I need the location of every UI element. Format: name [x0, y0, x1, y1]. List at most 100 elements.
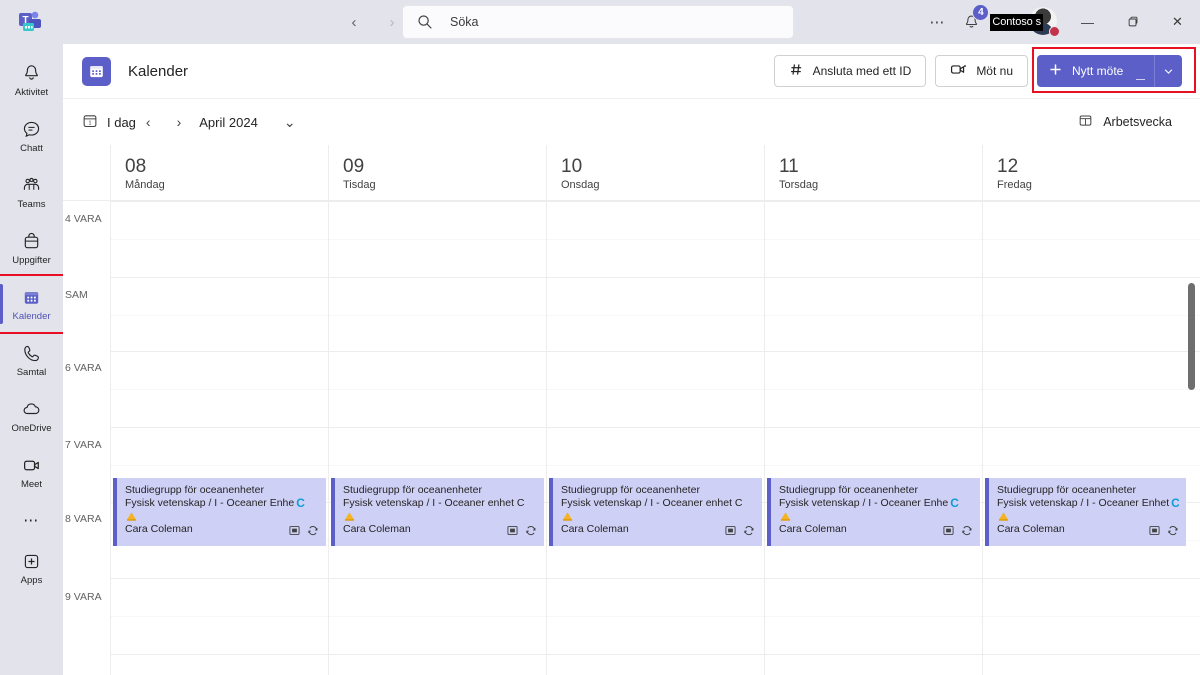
event-footer: Cara Coleman: [561, 523, 755, 536]
day-column-4[interactable]: Studiegrupp för oceanenheter Fysisk vete…: [982, 201, 1200, 675]
sidebar-more-button[interactable]: ⋯: [0, 500, 63, 540]
warning-icon: [997, 511, 1010, 522]
day-column-1[interactable]: Studiegrupp för oceanenheter Fysisk vete…: [328, 201, 546, 675]
calendar-columns: 4 VARA SAM 6 VARA 7 VARA 8 VARA 9 VARA S…: [63, 201, 1200, 675]
minimize-button[interactable]: —: [1065, 0, 1110, 44]
event-title: Studiegrupp för oceanenheter: [561, 484, 700, 496]
sidebar-item-label: Apps: [20, 574, 43, 586]
meet-now-label: Möt nu: [976, 64, 1013, 78]
event-badges: [289, 525, 319, 536]
sidebar-item-label: Teams: [17, 198, 46, 210]
titlebar-more-button[interactable]: ⋯: [920, 7, 954, 37]
day-column-3[interactable]: Studiegrupp för oceanenheter Fysisk vete…: [764, 201, 982, 675]
event-badges: [725, 525, 755, 536]
recurring-icon: [744, 526, 754, 536]
today-label: I dag: [107, 114, 136, 130]
back-button[interactable]: ‹: [338, 7, 370, 37]
sidebar-item-meet[interactable]: Meet: [0, 444, 63, 500]
calls-icon: [21, 343, 43, 364]
notification-badge: 4: [972, 4, 990, 21]
calendar-app-icon: [82, 56, 111, 86]
teams-icon: [21, 175, 43, 196]
sidebar-item-apps[interactable]: Apps: [0, 540, 63, 596]
event-subtitle: Fysisk vetenskap / I - Oceaner enhet C: [561, 497, 743, 509]
day-header-4[interactable]: 12 Fredag: [982, 145, 1200, 200]
day-column-2[interactable]: Studiegrupp för oceanenheter Fysisk vete…: [546, 201, 764, 675]
sidebar-item-onedrive[interactable]: OneDrive: [0, 388, 63, 444]
new-meeting-dropdown-button[interactable]: [1154, 55, 1182, 87]
sidebar-item-label: OneDrive: [11, 422, 52, 434]
app-rail: Aktivitet Chatt Teams Uppgifter Kalender…: [0, 44, 65, 675]
chevron-down-icon: [1164, 68, 1173, 74]
day-name: Torsdag: [779, 179, 819, 191]
sidebar-item-samtal[interactable]: Samtal: [0, 332, 63, 388]
day-headers: 08 Måndag 09 Tisdag 10 Onsdag 11 Torsdag…: [63, 145, 1200, 201]
calendar-toolbar: 1 I dag ‹ › April 2024 ⌄ Arbetsvecka: [63, 99, 1200, 145]
view-label: Arbetsvecka: [1103, 115, 1172, 129]
day-number: 10: [561, 156, 583, 177]
title-bar: T ‹ › Söka ⋯ 4 Contoso s — ✕: [0, 0, 1200, 44]
today-button[interactable]: 1 I dag: [82, 113, 136, 132]
day-header-0[interactable]: 08 Måndag: [110, 145, 328, 200]
time-gutter: 4 VARA SAM 6 VARA 7 VARA 8 VARA 9 VARA: [63, 201, 110, 675]
event-subtitle-row: Fysisk vetenskap / I - Oceaner Enhe C: [779, 497, 973, 510]
notifications-button[interactable]: 4: [954, 4, 990, 37]
time-label: 7 VARA: [65, 439, 102, 451]
event-subtitle: Fysisk vetenskap / I - Oceaner Enhe: [779, 497, 949, 509]
event-owner: Cara Coleman: [343, 523, 411, 535]
window-controls: — ✕: [1065, 0, 1200, 44]
calendar-scroll-area[interactable]: 4 VARA SAM 6 VARA 7 VARA 8 VARA 9 VARA S…: [63, 201, 1200, 675]
sidebar-item-kalender[interactable]: Kalender: [0, 274, 65, 334]
meeting-response-icon: [507, 526, 518, 535]
calendar-icon: [21, 287, 43, 308]
calendar-event[interactable]: Studiegrupp för oceanenheter Fysisk vete…: [767, 478, 980, 546]
cloud-icon: [21, 399, 43, 420]
calendar-event[interactable]: Studiegrupp för oceanenheter Fysisk vete…: [985, 478, 1186, 546]
day-column-0[interactable]: Studiegrupp för oceanenheter Fysisk vete…: [110, 201, 328, 675]
previous-period-button[interactable]: ‹: [146, 114, 151, 130]
search-bar[interactable]: Söka: [403, 6, 793, 38]
event-badges: [507, 525, 537, 536]
day-name: Tisdag: [343, 179, 376, 191]
chevron-down-icon[interactable]: ⌄: [284, 114, 296, 131]
sidebar-item-label: Aktivitet: [14, 86, 49, 98]
calendar-event[interactable]: Studiegrupp för oceanenheter Fysisk vete…: [113, 478, 326, 546]
vertical-scrollbar[interactable]: [1188, 283, 1195, 390]
event-badges: [1149, 525, 1179, 536]
sidebar-item-uppgifter[interactable]: Uppgifter: [0, 220, 63, 276]
calendar-event[interactable]: Studiegrupp för oceanenheter Fysisk vete…: [549, 478, 762, 546]
meeting-response-icon: [289, 526, 300, 535]
maximize-button[interactable]: [1110, 0, 1155, 44]
warning-icon: [561, 511, 574, 522]
page-title: Kalender: [128, 62, 189, 80]
event-subtitle: Fysisk vetenskap / I - Oceaner Enhe: [125, 497, 295, 509]
warning-icon: [125, 511, 138, 522]
day-number: 09: [343, 156, 365, 177]
view-selector[interactable]: Arbetsvecka: [1078, 113, 1172, 131]
calendar-grid: 08 Måndag 09 Tisdag 10 Onsdag 11 Torsdag…: [63, 145, 1200, 675]
sidebar-item-chatt[interactable]: Chatt: [0, 108, 63, 164]
teams-channel-icon: C: [950, 497, 959, 510]
event-footer: Cara Coleman: [997, 523, 1179, 536]
sidebar-item-teams[interactable]: Teams: [0, 164, 63, 220]
search-input[interactable]: Söka: [450, 15, 479, 29]
event-subtitle: Fysisk vetenskap / I - Oceaner Enhet: [997, 497, 1170, 509]
month-selector[interactable]: April 2024 ⌄: [199, 114, 295, 131]
calendar-event[interactable]: Studiegrupp för oceanenheter Fysisk vete…: [331, 478, 544, 546]
event-subtitle-row: Fysisk vetenskap / I - Oceaner enhet C: [561, 497, 755, 510]
day-header-2[interactable]: 10 Onsdag: [546, 145, 764, 200]
shortcut-underline: [1136, 78, 1145, 80]
event-owner: Cara Coleman: [779, 523, 847, 535]
day-number: 12: [997, 156, 1019, 177]
day-header-3[interactable]: 11 Torsdag: [764, 145, 982, 200]
calendar-header: Kalender Ansluta med ett ID Möt nu Nytt …: [63, 44, 1200, 99]
next-period-button[interactable]: ›: [177, 114, 182, 130]
meet-now-button[interactable]: Möt nu: [935, 55, 1028, 87]
day-number: 11: [779, 156, 799, 177]
close-button[interactable]: ✕: [1155, 0, 1200, 44]
sidebar-item-aktivitet[interactable]: Aktivitet: [0, 52, 63, 108]
join-with-id-button[interactable]: Ansluta med ett ID: [773, 55, 927, 87]
new-meeting-button[interactable]: Nytt möte: [1037, 55, 1154, 87]
recurring-icon: [526, 526, 536, 536]
day-header-1[interactable]: 09 Tisdag: [328, 145, 546, 200]
